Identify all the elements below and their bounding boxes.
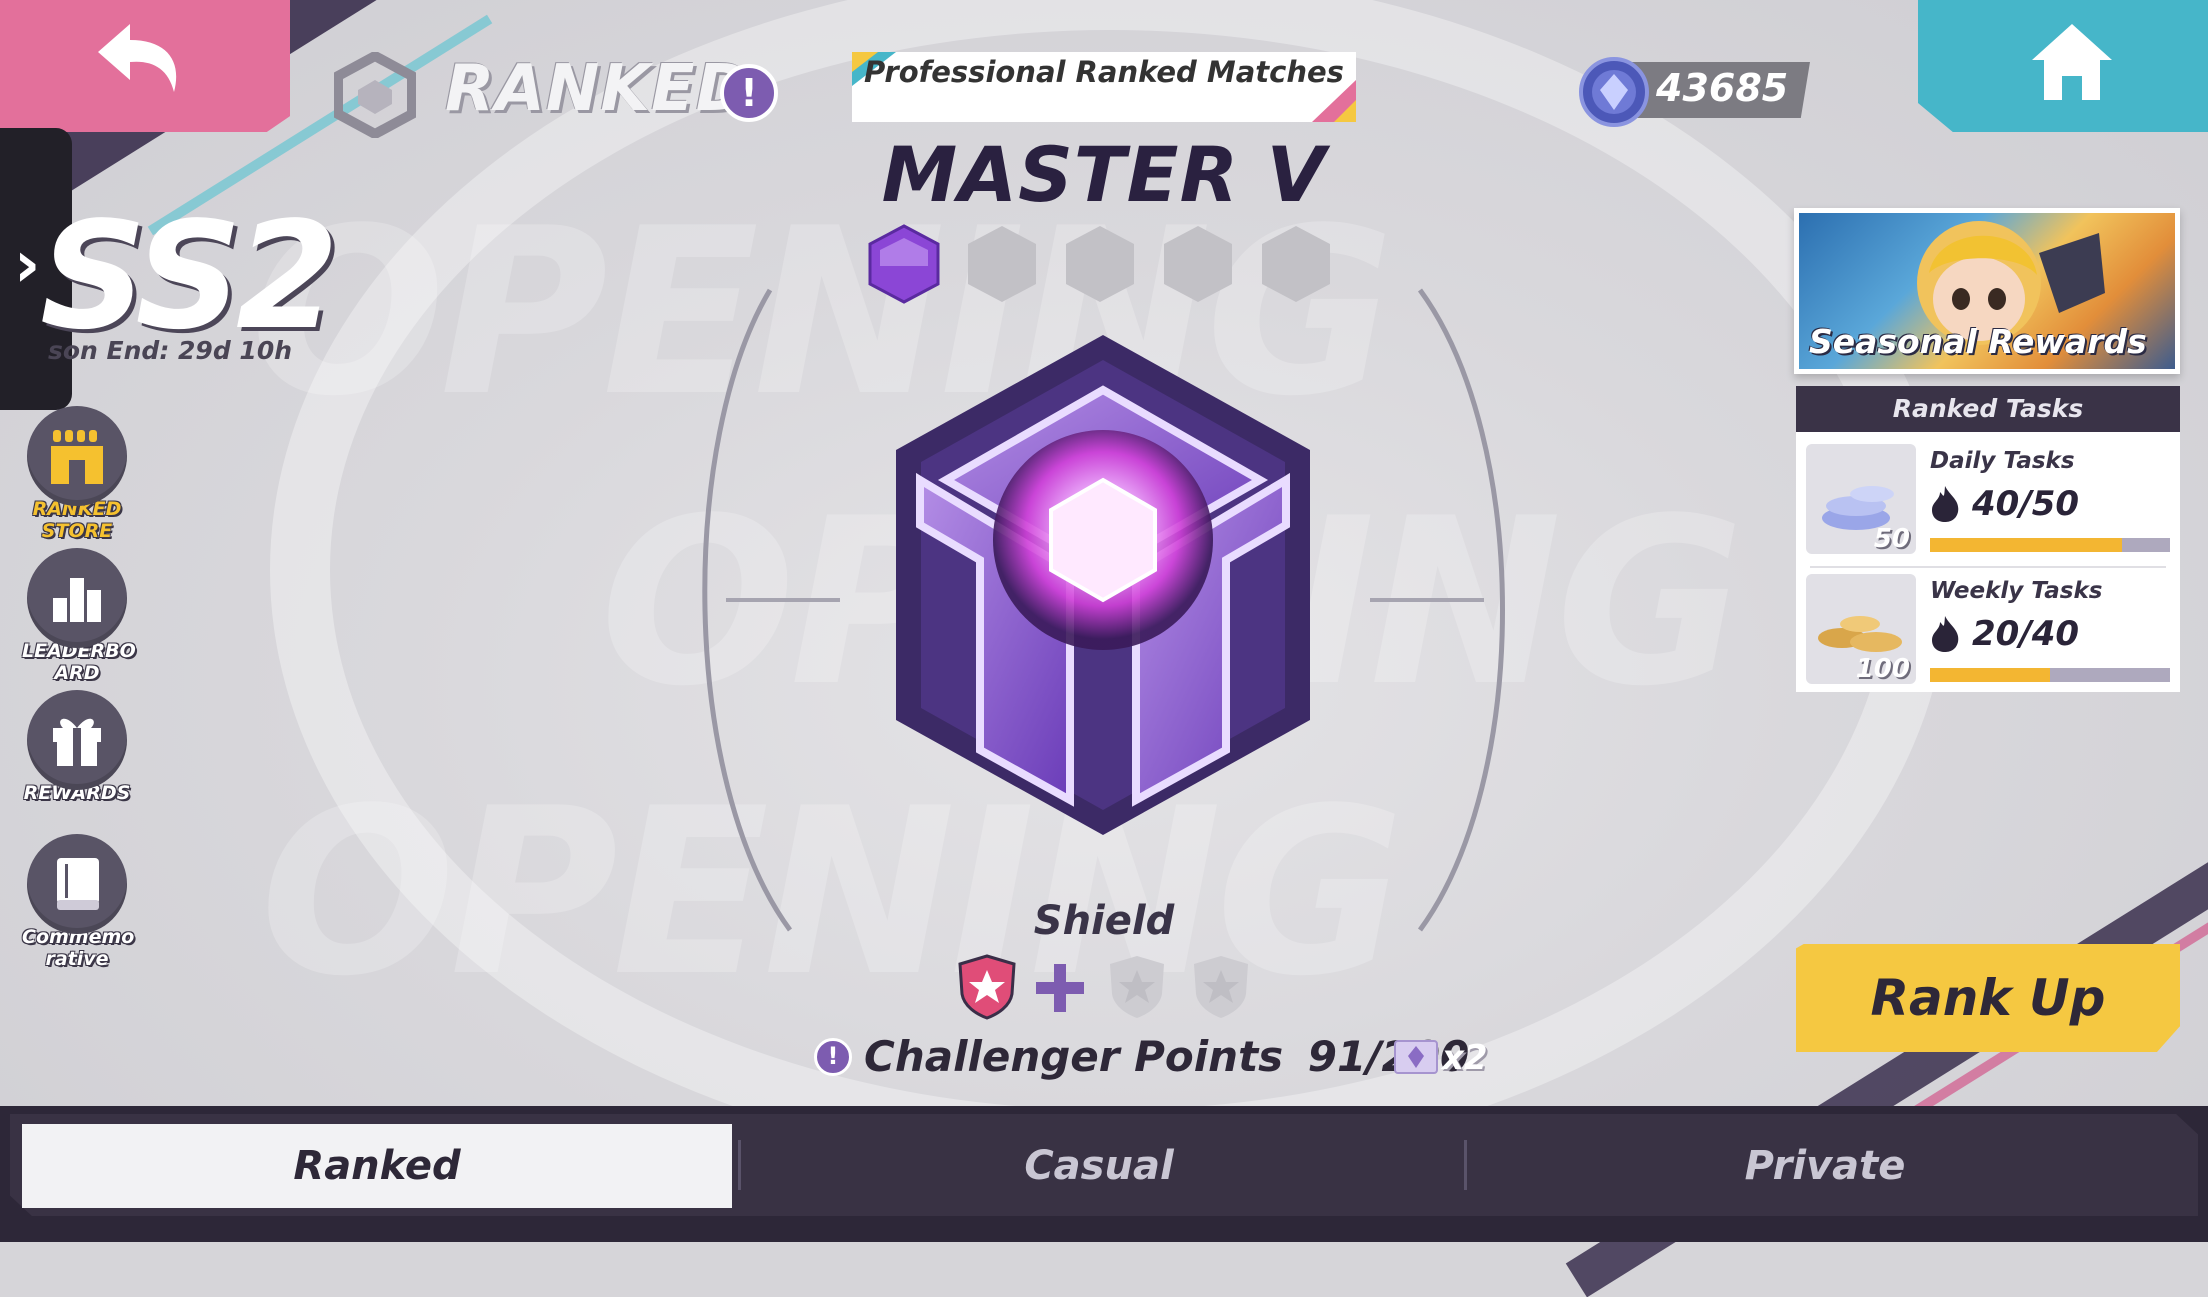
banner-text: Professional Ranked Matches (864, 55, 1344, 89)
home-icon (2032, 24, 2112, 100)
rank-up-label: Rank Up (1870, 969, 2106, 1027)
shield-star-icon (958, 954, 1016, 1020)
leaderboard-icon (27, 548, 127, 648)
tab-private[interactable]: Private (1470, 1124, 2180, 1208)
master-rank-emblem (896, 335, 1310, 835)
store-icon (27, 406, 127, 506)
ranked-info-icon[interactable]: ! (720, 64, 778, 122)
fire-icon (1932, 616, 1959, 652)
plus-icon (1036, 964, 1084, 1012)
task-progress-fill (1930, 668, 2050, 682)
sidebar-commemorative[interactable]: Commemo rative (22, 834, 134, 970)
ranked-tasks-title: Ranked Tasks (1796, 386, 2180, 432)
points-multiplier: x2 (1442, 1038, 1488, 1078)
home-button[interactable] (1918, 0, 2208, 132)
tab-separator (738, 1140, 741, 1190)
double-points-card-icon (1394, 1040, 1438, 1074)
back-arrow-icon (98, 24, 177, 92)
tab-separator (1464, 1140, 1467, 1190)
task-progress-bar (1930, 538, 2170, 552)
task-name: Daily Tasks (1930, 448, 2075, 474)
ranked-mode-icon (334, 52, 416, 138)
chevron-right-icon: › (14, 228, 41, 302)
challenger-info-icon[interactable]: ! (814, 1038, 852, 1076)
season-end-timer: son End: 29d 10h (48, 336, 293, 365)
task-progress-value: 20/40 (1972, 614, 2080, 654)
sidebar-rewards[interactable]: REWARDS (22, 690, 132, 804)
task-progress-fill (1930, 538, 2122, 552)
rank-title: MASTER V (881, 130, 1327, 219)
coin-stack-icon: 50 (1806, 444, 1916, 554)
divider (1810, 566, 2166, 568)
sidebar-leaderboard[interactable]: LEADERBO ARD (22, 548, 136, 684)
tab-casual[interactable]: Casual (744, 1124, 1454, 1208)
seasonal-rewards-label: Seasonal Rewards (1809, 322, 2147, 361)
ranked-tasks-panel[interactable]: Ranked Tasks 50 Daily Tasks 40/50 100 We… (1796, 386, 2180, 692)
currency-value: 43685 (1656, 66, 1789, 110)
seasonal-rewards-card[interactable]: Seasonal Rewards (1794, 208, 2180, 374)
task-name: Weekly Tasks (1930, 578, 2103, 604)
shield-empty-icon (1110, 956, 1164, 1018)
task-row-weekly[interactable]: 100 Weekly Tasks 20/40 (1806, 574, 2170, 692)
sidebar-ranked-store[interactable]: RANKED STORE (22, 406, 132, 542)
book-icon (27, 834, 127, 934)
rank-coin-icon (1579, 57, 1649, 127)
gift-icon (27, 690, 127, 790)
task-row-daily[interactable]: 50 Daily Tasks 40/50 (1806, 444, 2170, 562)
shield-label: Shield (1033, 898, 1175, 944)
task-progress-bar (1930, 668, 2170, 682)
mode-title: RANKED (445, 52, 750, 126)
challenger-points-label: Challenger Points (864, 1032, 1284, 1081)
gold-coins-icon: 100 (1806, 574, 1916, 684)
back-button[interactable] (0, 0, 290, 132)
task-progress-value: 40/50 (1972, 484, 2080, 524)
fire-icon (1932, 486, 1959, 522)
shield-empty-icon (1194, 956, 1248, 1018)
tab-ranked[interactable]: Ranked (22, 1124, 732, 1208)
challenger-points: Challenger Points 91/200 (864, 1032, 1469, 1081)
rank-up-button[interactable]: Rank Up (1796, 944, 2180, 1052)
match-type-banner: Professional Ranked Matches (852, 52, 1356, 122)
